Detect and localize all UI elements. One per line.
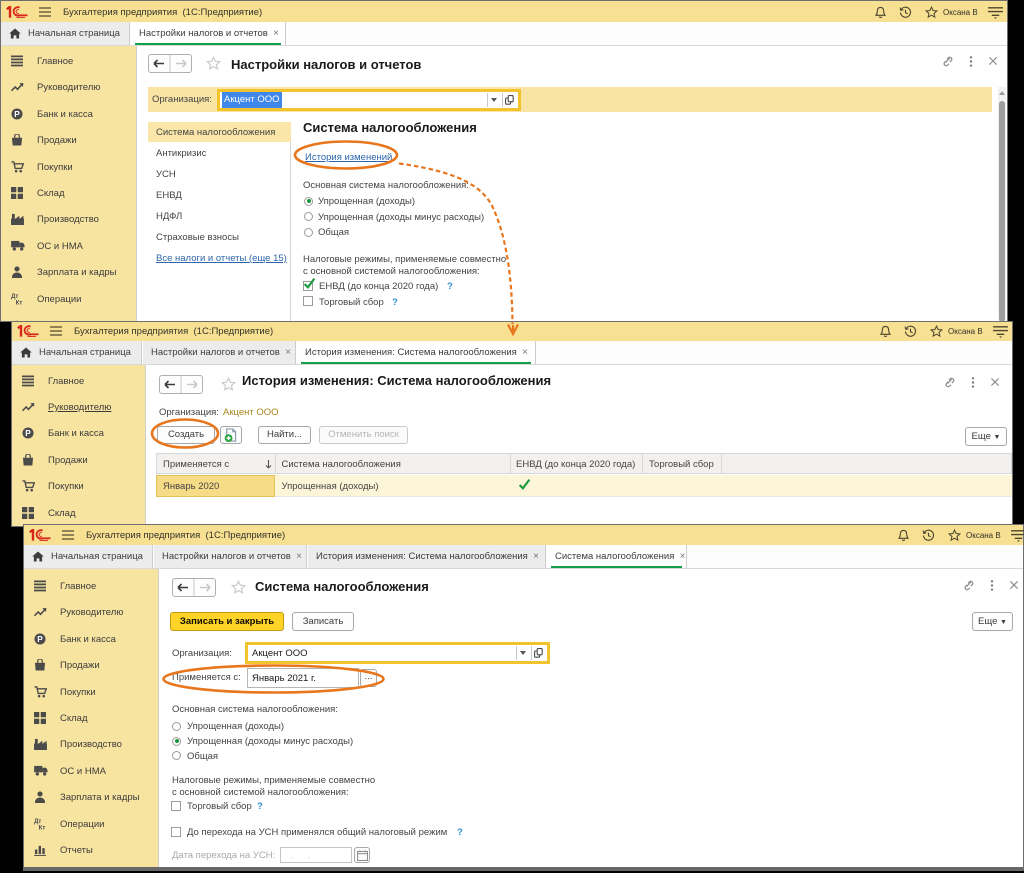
svg-text:P: P (25, 428, 31, 438)
svg-text:Кт: Кт (16, 300, 23, 304)
svg-text:P: P (14, 109, 20, 119)
svg-text:Кт: Кт (39, 825, 46, 829)
svg-text:P: P (37, 634, 43, 644)
svg-text:Дт: Дт (34, 819, 41, 825)
svg-text:Дт: Дт (11, 294, 18, 300)
